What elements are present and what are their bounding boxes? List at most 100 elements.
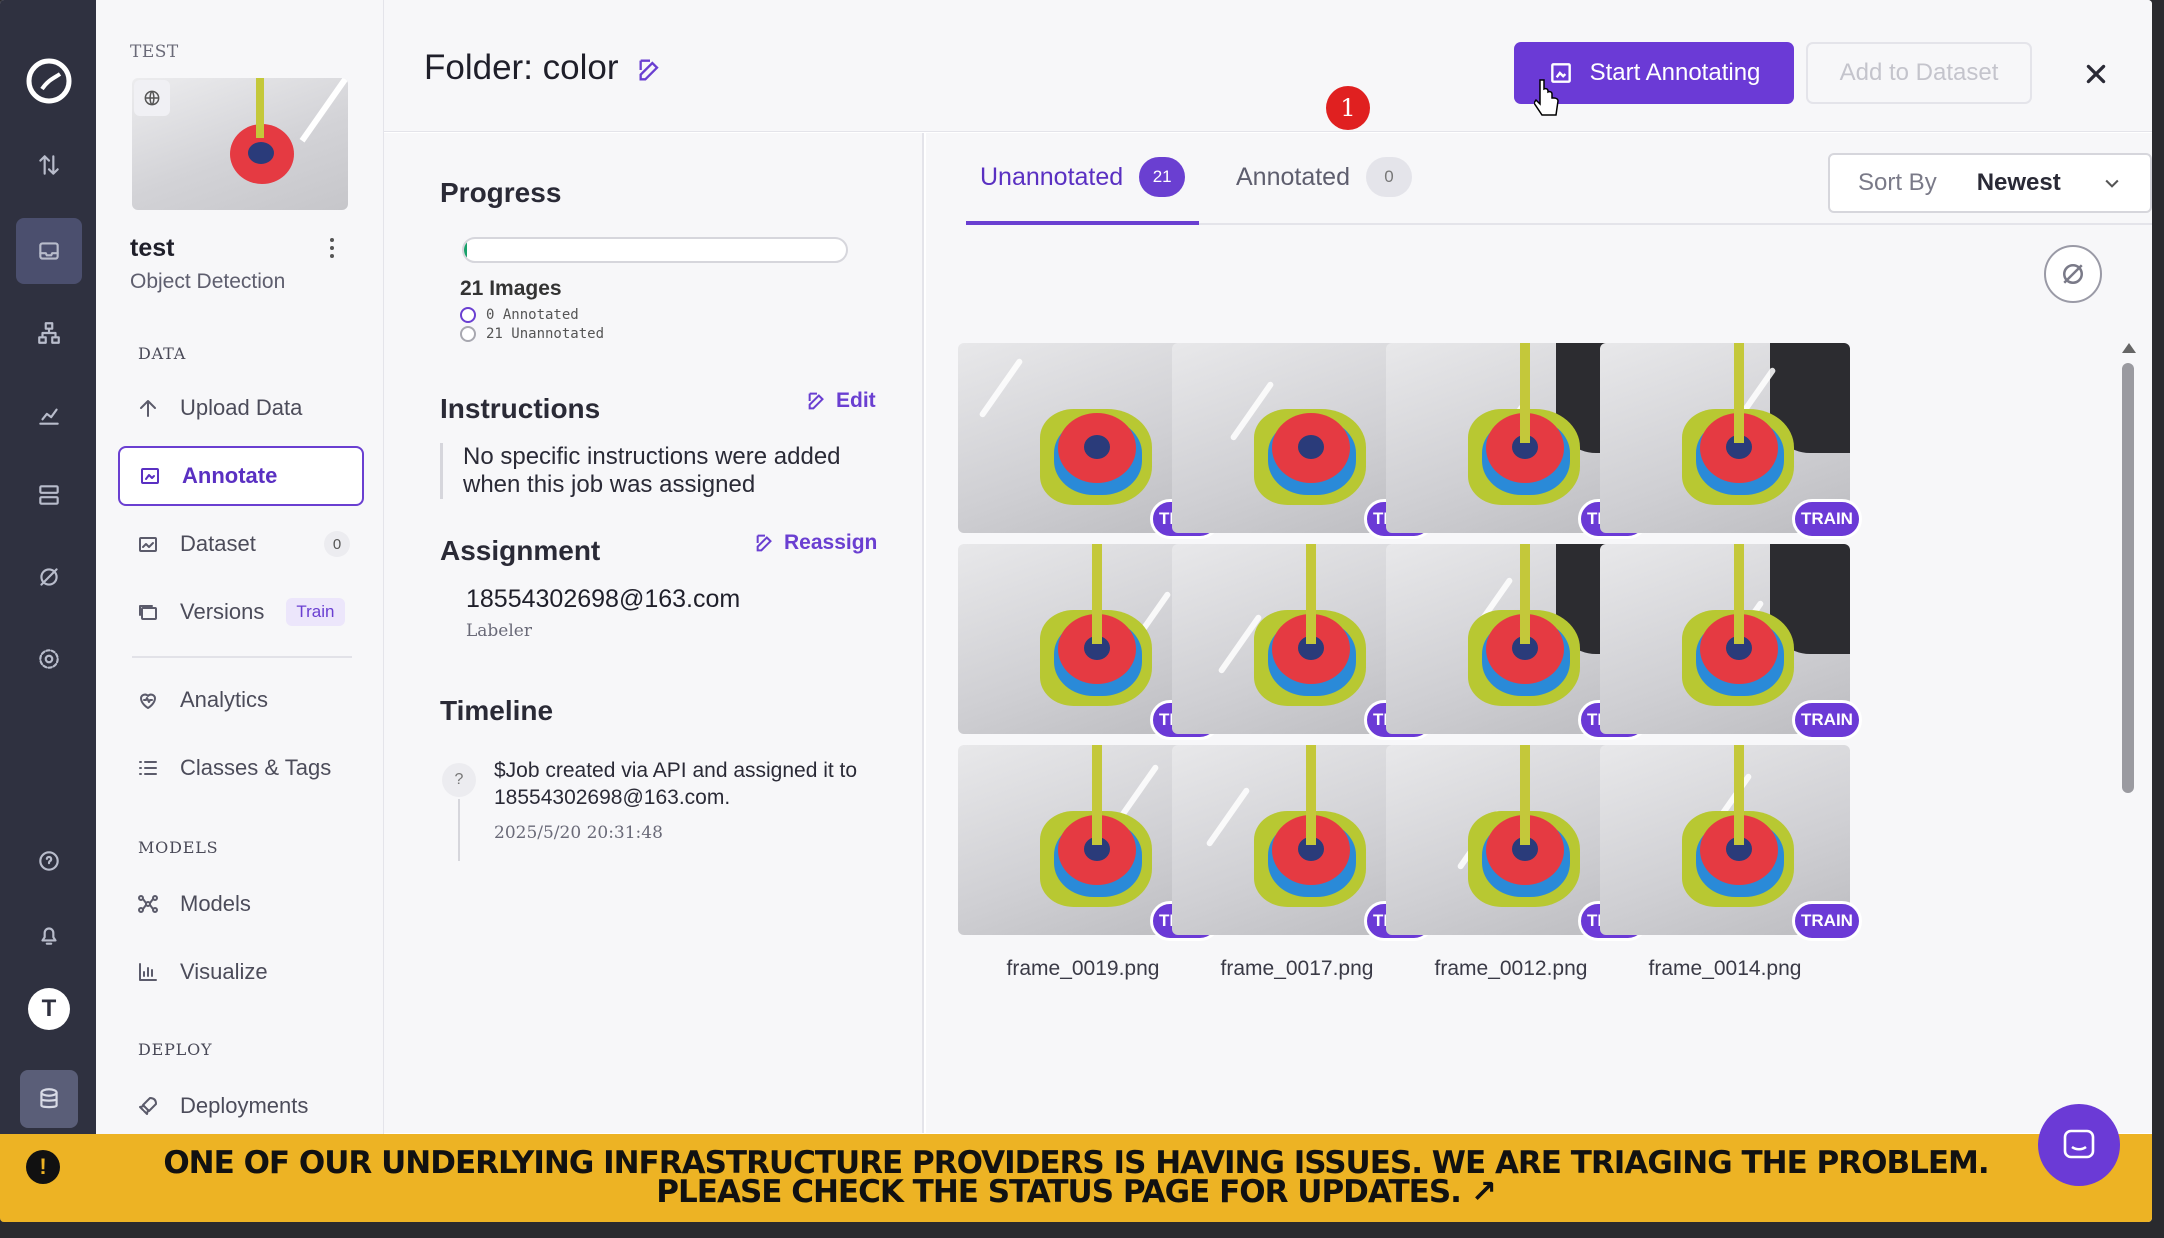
avatar[interactable]: T xyxy=(28,988,70,1030)
job-header: Folder: color Start Annotating Add to Da… xyxy=(384,0,2152,132)
progress-bar xyxy=(462,237,848,263)
image-filename: frame_0012.png xyxy=(1434,957,1588,980)
kebab-menu-icon[interactable] xyxy=(322,236,342,260)
chevron-down-icon xyxy=(2105,179,2119,188)
analytics-icon xyxy=(140,693,156,709)
inbox-icon[interactable] xyxy=(16,218,82,284)
hierarchy-icon[interactable] xyxy=(16,300,82,366)
incident-banner[interactable]: ! One of our underlying infrastructure p… xyxy=(0,1134,2152,1222)
sidebar-item-label: Analytics xyxy=(180,687,269,712)
legend-unannotated: 21 Unannotated xyxy=(460,326,604,342)
sidebar-item-analytics[interactable]: Analytics xyxy=(118,670,364,730)
workspace-label: TEST xyxy=(130,42,179,62)
hide-annotations-button[interactable] xyxy=(2044,245,2102,303)
sidebar-item-dataset[interactable]: Dataset 0 xyxy=(118,514,364,574)
models-icon xyxy=(138,895,158,913)
assignee-role: Labeler xyxy=(466,621,532,641)
sort-label: Sort By xyxy=(1858,169,1937,196)
unannotated-dot-icon xyxy=(460,326,476,342)
sidebar-item-label: Annotate xyxy=(182,463,278,488)
sidebar-item-upload-data[interactable]: Upload Data xyxy=(118,378,364,438)
split-tag: TRAIN xyxy=(1792,700,1862,740)
reassign-button[interactable]: Reassign xyxy=(754,531,877,555)
section-label-data: DATA xyxy=(138,344,187,363)
close-icon xyxy=(2086,64,2106,84)
bell-icon[interactable] xyxy=(16,902,82,968)
analytics-rail-icon[interactable] xyxy=(16,382,82,448)
icon-rail: T xyxy=(0,0,96,1222)
sidebar-item-classes-tags[interactable]: Classes & Tags xyxy=(118,738,364,798)
image-gallery: Unannotated 21 Annotated 0 Sort By Newes… xyxy=(926,133,2152,1133)
sidebar-divider xyxy=(132,656,352,658)
gear-icon[interactable] xyxy=(16,626,82,692)
timeline-line xyxy=(458,799,460,861)
tab-count-badge: 21 xyxy=(1139,157,1186,197)
upload-icon xyxy=(140,400,156,417)
sidebar-item-visualize[interactable]: Visualize xyxy=(118,942,364,1002)
start-annotating-label: Start Annotating xyxy=(1589,59,1761,86)
annotated-dot-icon xyxy=(460,307,476,323)
tab-label: Unannotated xyxy=(980,163,1124,191)
sidebar-item-label: Deployments xyxy=(180,1093,309,1118)
scroll-up-arrow-icon[interactable] xyxy=(2122,343,2136,353)
image-card[interactable]: TRAINframe_0012.png xyxy=(1386,745,1648,985)
sidebar-item-models[interactable]: Models xyxy=(118,874,364,934)
tab-label: Annotated xyxy=(1236,163,1350,191)
instructions-heading: Instructions xyxy=(440,393,601,424)
section-label-deploy: DEPLOY xyxy=(138,1040,213,1059)
project-thumbnail[interactable] xyxy=(132,78,348,210)
gallery-tabs: Unannotated 21 Annotated 0 Sort By Newes… xyxy=(966,133,2152,225)
image-card[interactable]: TRAIN frame_0014.png xyxy=(1600,745,1862,985)
annotate-icon xyxy=(141,468,159,484)
sort-arrows-icon[interactable] xyxy=(16,132,82,198)
sidebar-item-deployments[interactable]: Deployments xyxy=(118,1076,364,1136)
section-label-models: MODELS xyxy=(138,838,219,857)
tab-count-badge: 0 xyxy=(1366,157,1412,197)
step-badge: 1 xyxy=(1326,86,1370,130)
image-card[interactable]: TRAINframe_0019.png xyxy=(958,745,1220,985)
tags-rail-icon[interactable] xyxy=(16,544,82,610)
timeline-marker-icon: ? xyxy=(442,763,476,797)
image-card[interactable]: TRAINframe_0017.png xyxy=(1172,745,1434,985)
job-info-panel: Progress 21 Images 0 Annotated 21 Unanno… xyxy=(384,133,924,1133)
database-icon[interactable] xyxy=(20,1070,78,1128)
sidebar-item-label: Visualize xyxy=(180,959,268,984)
roboflow-logo[interactable] xyxy=(24,56,74,106)
timeline-entry-text: $Job created via API and assigned it to … xyxy=(494,759,858,809)
dataset-count-badge: 0 xyxy=(324,531,350,557)
image-filename: frame_0017.png xyxy=(1220,957,1374,980)
project-name: test xyxy=(130,234,175,262)
sidebar-item-versions[interactable]: Versions Train xyxy=(118,582,364,642)
tab-annotated[interactable]: Annotated 0 xyxy=(1222,157,1426,225)
edit-instructions-button[interactable]: Edit xyxy=(806,389,876,413)
instructions-text: No specific instructions were added when… xyxy=(440,443,870,499)
edit-label: Edit xyxy=(836,389,876,412)
train-pill: Train xyxy=(286,598,345,626)
alert-icon: ! xyxy=(26,1150,60,1184)
sort-value: Newest xyxy=(1976,169,2061,196)
globe-icon xyxy=(134,80,170,116)
banner-text[interactable]: One of our underlying infrastructure pro… xyxy=(106,1148,2046,1208)
timeline-heading: Timeline xyxy=(440,695,554,726)
edit-title-icon[interactable] xyxy=(636,56,664,84)
list-icon xyxy=(139,761,157,775)
sort-dropdown[interactable]: Sort By Newest xyxy=(1828,153,2152,213)
chat-button[interactable] xyxy=(2038,1104,2120,1186)
dataset-icon xyxy=(139,537,157,552)
help-icon[interactable] xyxy=(16,828,82,894)
gallery-scrollbar[interactable] xyxy=(2122,343,2136,813)
sidebar-item-annotate[interactable]: Annotate xyxy=(118,446,364,506)
app-window: T TEST test Object Detection DATA Upload… xyxy=(0,0,2152,1222)
image-filename: frame_0019.png xyxy=(1006,957,1160,980)
pointer-cursor-icon xyxy=(1534,79,1559,116)
project-type: Object Detection xyxy=(130,270,286,293)
rocket-icon xyxy=(139,1097,157,1115)
versions-icon xyxy=(139,605,157,620)
progress-heading: Progress xyxy=(440,177,562,208)
tab-unannotated[interactable]: Unannotated 21 xyxy=(966,157,1200,225)
sidebar-item-label: Upload Data xyxy=(180,395,303,420)
storage-icon[interactable] xyxy=(16,462,82,528)
scrollbar-thumb[interactable] xyxy=(2122,363,2134,793)
close-button[interactable] xyxy=(2074,52,2118,96)
add-to-dataset-button[interactable]: Add to Dataset xyxy=(1806,42,2032,104)
